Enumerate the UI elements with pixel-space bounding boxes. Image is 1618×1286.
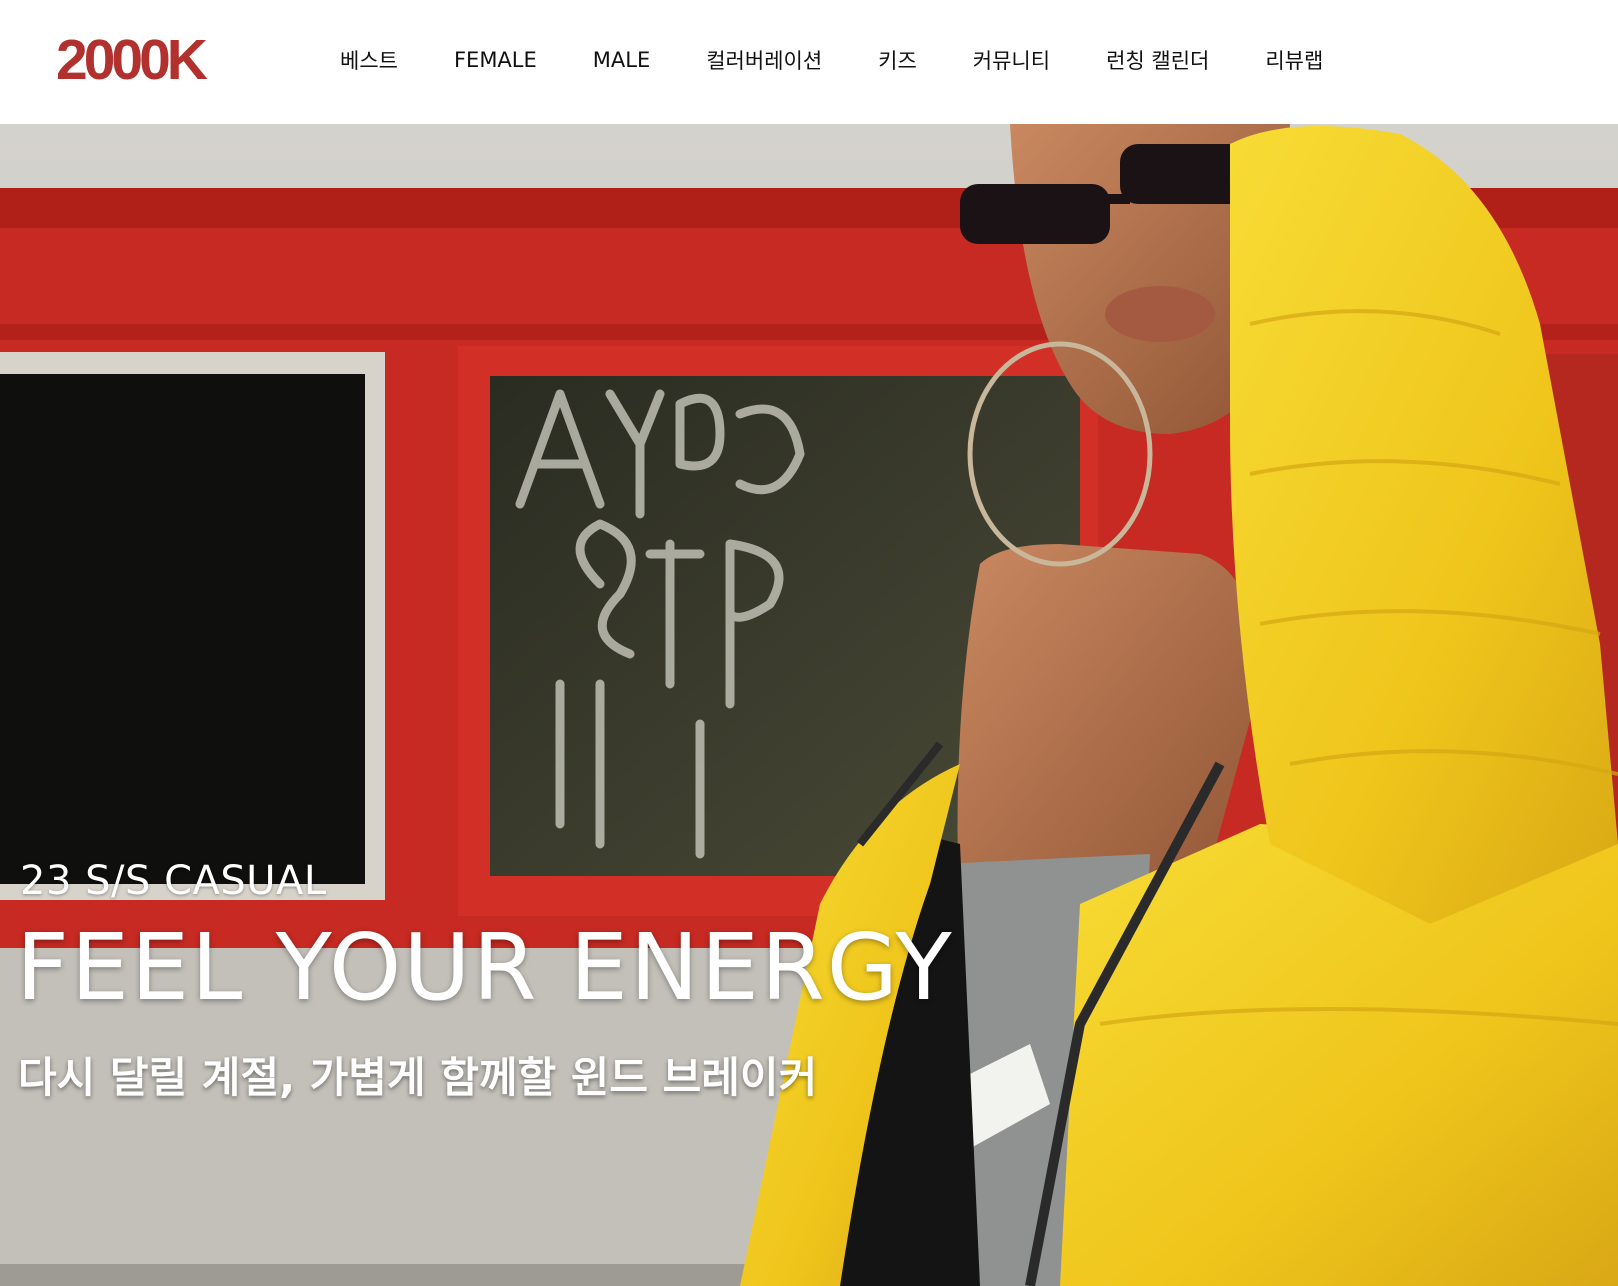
nav-item-male[interactable]: MALE (593, 48, 650, 72)
hero-subtitle: 다시 달릴 계절, 가볍게 함께할 윈드 브레이커 (18, 1053, 818, 1102)
nav-item-collaboration[interactable]: 컬러버레이션 (706, 45, 822, 75)
nav-item-community[interactable]: 커뮤니티 (973, 45, 1050, 75)
site-header: 2000K 베스트 FEMALE MALE 컬러버레이션 키즈 커뮤니티 런칭 … (0, 0, 1618, 124)
nav-item-best[interactable]: 베스트 (340, 45, 398, 75)
hero-photo (0, 124, 1618, 1286)
main-nav: 베스트 FEMALE MALE 컬러버레이션 키즈 커뮤니티 런칭 캘린더 리뷰… (340, 40, 1323, 80)
hero-title: FEEL YOUR ENERGY (16, 914, 954, 1021)
nav-item-launch-calendar[interactable]: 런칭 캘린더 (1106, 45, 1209, 75)
nav-item-female[interactable]: FEMALE (454, 48, 537, 72)
nav-item-kids[interactable]: 키즈 (878, 45, 917, 75)
nav-item-review-lab[interactable]: 리뷰랩 (1265, 45, 1323, 75)
brand-logo[interactable]: 2000K (56, 30, 208, 90)
hero-season-label: 23 S/S CASUAL (20, 858, 327, 904)
hero-banner[interactable]: 23 S/S CASUAL FEEL YOUR ENERGY 다시 달릴 계절,… (0, 124, 1618, 1286)
